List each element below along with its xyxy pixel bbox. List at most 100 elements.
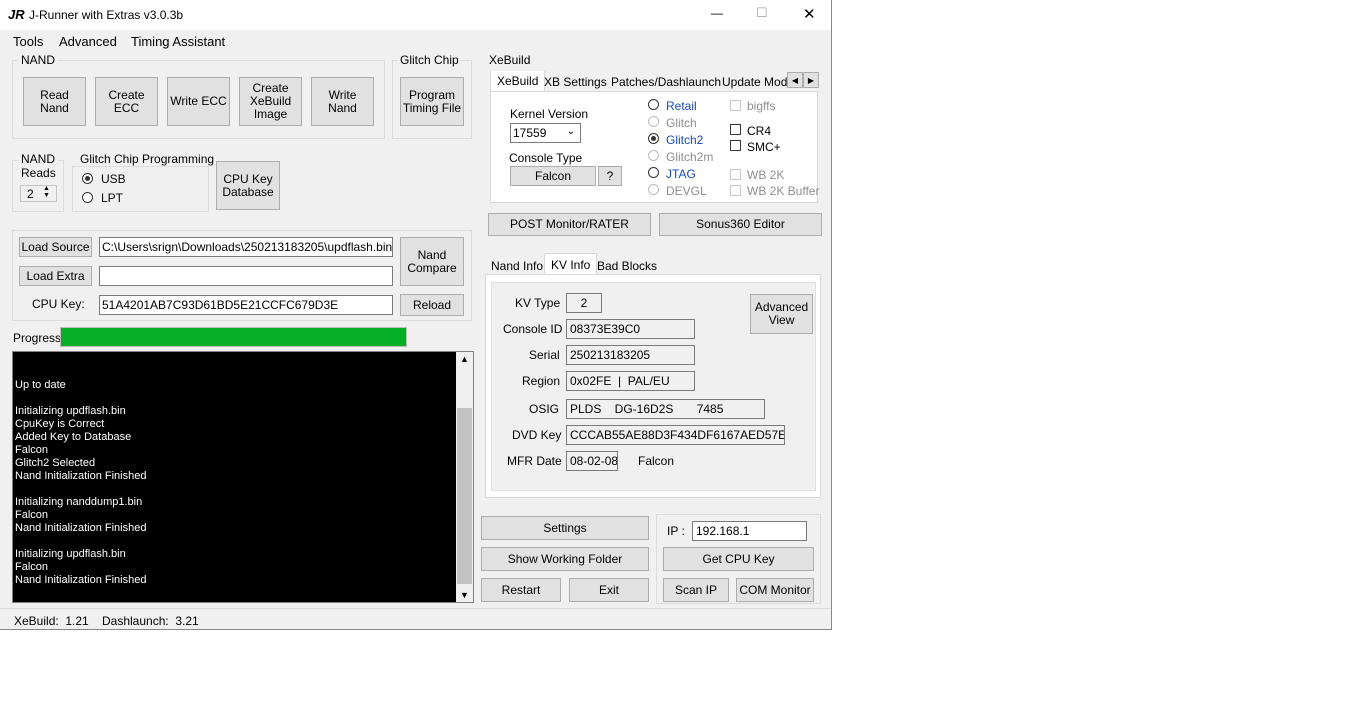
wb2k-checkbox [730, 169, 741, 180]
status-bar: XeBuild: 1.21 Dashlaunch: 3.21 [0, 608, 831, 630]
xebuild-group-title: XeBuild [487, 53, 533, 67]
create-ecc-button[interactable]: Create ECC [95, 77, 158, 126]
source-path-input[interactable]: C:\Users\srign\Downloads\250213183205\up… [99, 237, 393, 257]
write-nand-button[interactable]: Write Nand [311, 77, 374, 126]
cpu-key-input[interactable]: 51A4201AB7C93D61BD5E21CCFC679D3E [99, 295, 393, 315]
menu-bar: Tools Advanced Timing Assistant [0, 30, 831, 52]
stepper-arrows-icon[interactable]: ▲ ▼ [43, 186, 50, 199]
log-line: Nand Initialization Finished [15, 574, 147, 586]
window-title: J-Runner with Extras v3.0.3b [29, 8, 184, 22]
scroll-down-icon[interactable]: ▼ [460, 590, 469, 600]
lpt-label: LPT [101, 191, 124, 205]
scroll-up-icon[interactable]: ▲ [460, 354, 469, 364]
jtag-radio[interactable] [648, 167, 659, 178]
cr4-checkbox[interactable] [730, 124, 741, 135]
usb-label: USB [101, 172, 126, 186]
region-field: 0x02FE | PAL/EU [566, 371, 695, 391]
close-icon[interactable]: ✕ [803, 5, 816, 23]
lpt-radio[interactable] [82, 192, 93, 203]
tab-scroll-buttons: ◀ ▶ [787, 72, 819, 88]
tab-nand-info[interactable]: Nand Info [485, 255, 549, 276]
menu-advanced[interactable]: Advanced [59, 34, 117, 49]
glitch2-radio[interactable] [648, 133, 659, 144]
bigffs-label: bigffs [747, 99, 776, 113]
com-monitor-button[interactable]: COM Monitor [736, 578, 814, 602]
console-id-label: Console ID [503, 322, 563, 336]
smc-plus-checkbox[interactable] [730, 140, 741, 151]
status-xebuild-version: XeBuild: 1.21 [14, 614, 89, 628]
tab-bad-blocks[interactable]: Bad Blocks [591, 255, 663, 276]
cpu-key-database-button[interactable]: CPU Key Database [216, 161, 280, 210]
glitch2-label: Glitch2 [666, 133, 704, 147]
info-tabstrip: Nand Info KV Info Bad Blocks [485, 253, 821, 276]
serial-field: 250213183205 [566, 345, 695, 365]
glitch-label: Glitch [666, 116, 697, 130]
kernel-version-label: Kernel Version [510, 107, 589, 121]
restart-button[interactable]: Restart [481, 578, 561, 602]
extra-path-input[interactable] [99, 266, 393, 286]
read-nand-button[interactable]: Read Nand [23, 77, 86, 126]
console-type-label: Console Type [509, 151, 583, 165]
nand-compare-button[interactable]: Nand Compare [400, 237, 464, 286]
retail-label: Retail [666, 99, 697, 113]
bigffs-checkbox [730, 100, 741, 111]
create-xebuild-image-button[interactable]: Create XeBuild Image [239, 77, 302, 126]
tab-patches-dashlaunch[interactable]: Patches/Dashlaunch [605, 71, 727, 92]
osig-label: OSIG [529, 402, 560, 416]
settings-button[interactable]: Settings [481, 516, 649, 540]
sonus360-editor-button[interactable]: Sonus360 Editor [659, 213, 822, 236]
glitch-chip-group-title: Glitch Chip [398, 53, 461, 67]
advanced-view-button[interactable]: Advanced View [750, 294, 813, 334]
console-type-help-button[interactable]: ? [598, 166, 622, 186]
xebuild-tab-panel: Kernel Version 17559 ⌄ Console Type Falc… [490, 91, 819, 203]
tab-scroll-left-icon[interactable]: ◀ [787, 72, 803, 88]
ip-input[interactable]: 192.168.1 [692, 521, 807, 541]
tab-scroll-right-icon[interactable]: ▶ [803, 72, 819, 88]
dvd-key-field: CCCAB55AE88D3F434DF6167AED57E276 [566, 425, 785, 445]
app-logo-icon: JR [8, 7, 25, 22]
log-scrollbar[interactable]: ▲ ▼ [456, 352, 473, 602]
minimize-icon[interactable]: — [711, 6, 723, 20]
log-line: Falcon [15, 509, 49, 521]
console-type-button[interactable]: Falcon [510, 166, 596, 186]
write-ecc-button[interactable]: Write ECC [167, 77, 230, 126]
glitch-programming-group [72, 166, 209, 212]
kernel-version-select[interactable]: 17559 ⌄ [510, 123, 581, 143]
get-cpu-key-button[interactable]: Get CPU Key [663, 547, 814, 571]
program-timing-file-button[interactable]: Program Timing File [400, 77, 464, 126]
chevron-down-icon: ⌄ [566, 126, 575, 137]
maximize-icon[interactable]: ☐ [756, 5, 768, 21]
retail-radio[interactable] [648, 99, 659, 110]
log-line: Nand Initialization Finished [15, 470, 147, 482]
scroll-thumb[interactable] [457, 408, 472, 584]
log-line: Glitch2 Selected [15, 457, 96, 469]
menu-tools[interactable]: Tools [13, 34, 43, 49]
devgl-radio [648, 184, 659, 195]
log-line: Added Key to Database [15, 431, 132, 443]
post-monitor-button[interactable]: POST Monitor/RATER [488, 213, 651, 236]
progress-fill [61, 328, 406, 346]
nand-reads-stepper[interactable]: 2 ▲ ▼ [20, 185, 57, 202]
mfr-console-type: Falcon [638, 454, 675, 468]
menu-timing-assistant[interactable]: Timing Assistant [131, 34, 225, 49]
mfr-date-field: 08-02-08 [566, 451, 618, 471]
main-window: JR J-Runner with Extras v3.0.3b — ☐ ✕ To… [0, 0, 832, 630]
tab-kv-info[interactable]: KV Info [544, 253, 598, 276]
glitch-radio [648, 116, 659, 127]
usb-radio[interactable] [82, 173, 93, 184]
load-source-button[interactable]: Load Source [19, 237, 92, 257]
wb2k-buffer-checkbox [730, 185, 741, 196]
scan-ip-button[interactable]: Scan IP [663, 578, 729, 602]
tab-xb-settings[interactable]: XB Settings [538, 71, 613, 92]
cpu-key-label: CPU Key: [32, 297, 85, 311]
log-line: Falcon [15, 444, 49, 456]
load-extra-button[interactable]: Load Extra [19, 266, 92, 286]
log-console[interactable]: Up to date Initializing updflash.bin CpuKe… [12, 351, 474, 603]
exit-button[interactable]: Exit [569, 578, 649, 602]
kv-info-panel: KV Type 2 Console ID 08373E39C0 Serial 2… [485, 274, 821, 498]
reload-button[interactable]: Reload [400, 294, 464, 316]
show-working-folder-button[interactable]: Show Working Folder [481, 547, 649, 571]
progress-label: Progress [13, 331, 62, 345]
